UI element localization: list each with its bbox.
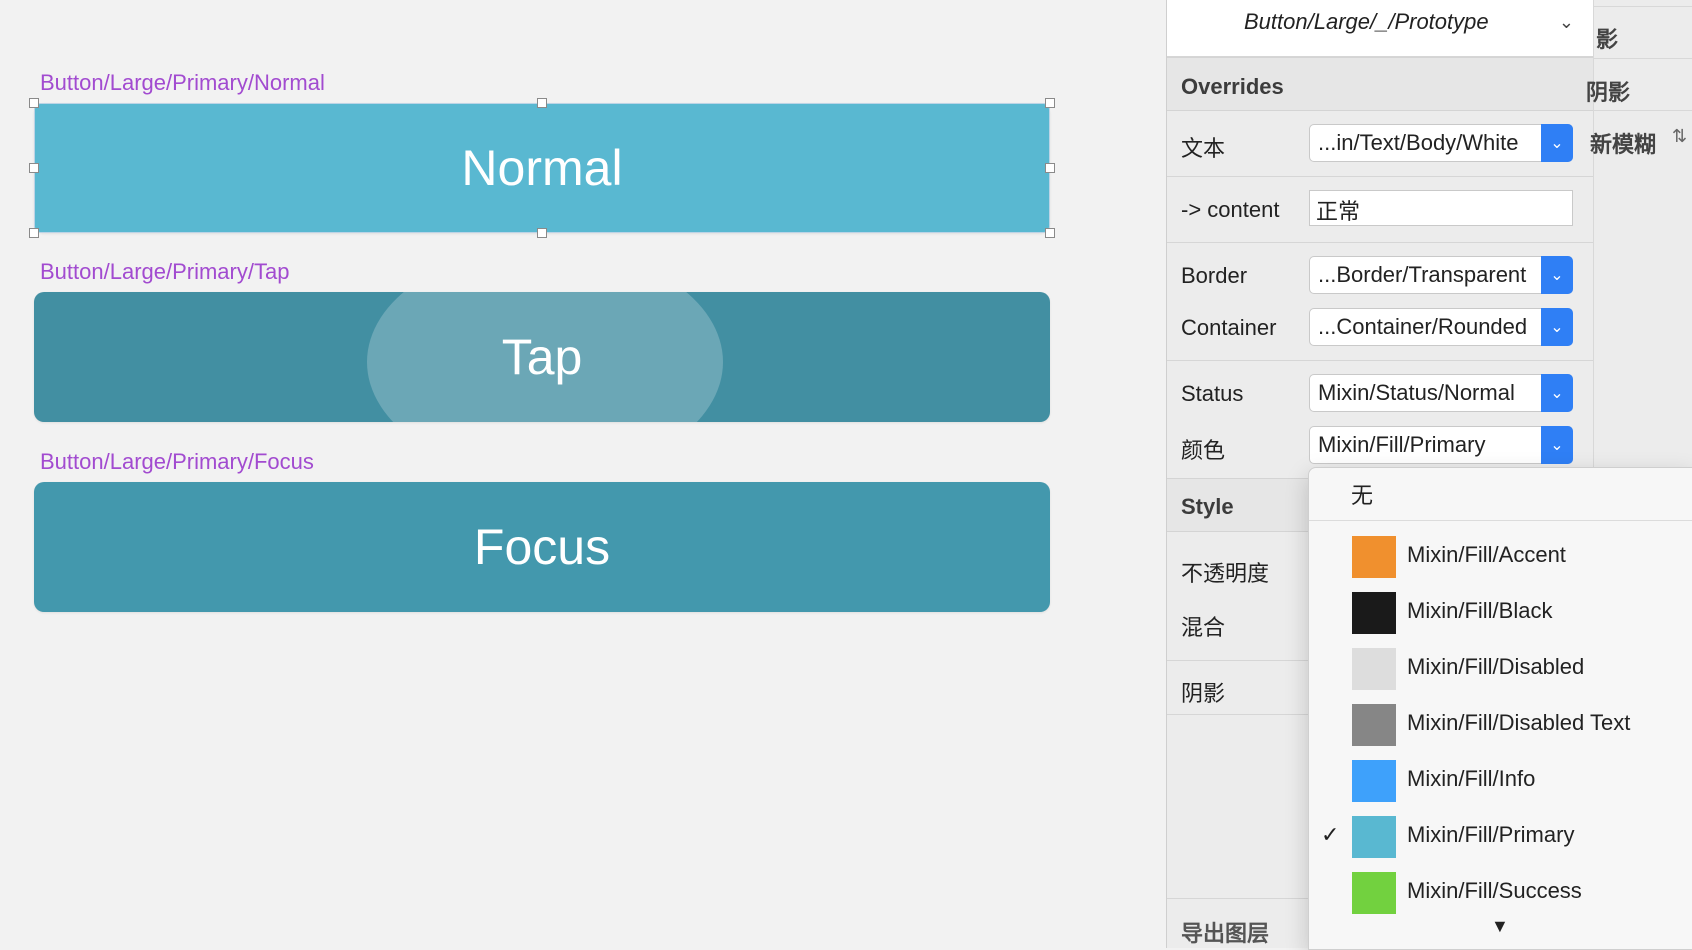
container-select[interactable]: ...Container/Rounded ⌄	[1309, 308, 1573, 346]
export-label[interactable]: 导出图层	[1181, 916, 1269, 948]
artboard-label-focus: Button/Large/Primary/Focus	[40, 449, 314, 474]
color-swatch	[1352, 592, 1396, 634]
menu-item-disabled[interactable]: Mixin/Fill/Disabled	[1309, 640, 1692, 696]
resize-handle-bottom[interactable]	[537, 228, 547, 238]
stepper-icon[interactable]: ⇅	[1672, 126, 1687, 147]
chevron-down-icon[interactable]: ⌄	[1541, 374, 1573, 412]
container-value: ...Container/Rounded	[1318, 314, 1528, 339]
sliver-item: 新模糊	[1590, 132, 1657, 157]
artboard-label-normal: Button/Large/Primary/Normal	[40, 70, 325, 95]
status-value: Mixin/Status/Normal	[1318, 380, 1515, 405]
resize-handle-top-left[interactable]	[29, 98, 39, 108]
menu-item-info[interactable]: Mixin/Fill/Info	[1309, 752, 1692, 808]
content-input[interactable]: 正常	[1309, 190, 1573, 226]
color-swatch	[1352, 816, 1396, 858]
style-title: Style	[1181, 494, 1234, 519]
resize-handle-top[interactable]	[537, 98, 547, 108]
divider	[1167, 242, 1594, 243]
symbol-selector[interactable]: Button/Large/_/Prototype ⌄	[1167, 0, 1594, 57]
color-label: 颜色	[1181, 438, 1226, 463]
chevron-down-icon[interactable]: ⌄	[1559, 12, 1574, 33]
color-dropdown-menu: 无 Mixin/Fill/Accent Mixin/Fill/Black Mix…	[1308, 467, 1692, 950]
button-tap-text: Tap	[501, 329, 583, 385]
blend-label: 混合	[1181, 615, 1226, 640]
menu-item-none[interactable]: 无	[1351, 478, 1373, 510]
overrides-title: Overrides	[1181, 74, 1284, 99]
menu-item-disabled-text[interactable]: Mixin/Fill/Disabled Text	[1309, 696, 1692, 752]
text-style-value: ...in/Text/Body/White	[1318, 130, 1519, 155]
color-select[interactable]: Mixin/Fill/Primary ⌄	[1309, 426, 1573, 464]
border-value: ...Border/Transparent	[1318, 262, 1527, 287]
divider	[1594, 110, 1692, 111]
divider	[1167, 360, 1594, 361]
chevron-down-icon[interactable]: ⌄	[1541, 256, 1573, 294]
color-swatch	[1352, 704, 1396, 746]
color-swatch	[1352, 648, 1396, 690]
button-tap-sample[interactable]: Tap	[34, 292, 1050, 422]
color-swatch	[1352, 760, 1396, 802]
status-select[interactable]: Mixin/Status/Normal ⌄	[1309, 374, 1573, 412]
menu-item-label: Mixin/Fill/Disabled Text	[1407, 710, 1631, 735]
divider	[1594, 6, 1692, 7]
menu-item-accent[interactable]: Mixin/Fill/Accent	[1309, 528, 1692, 584]
divider	[1309, 520, 1692, 521]
menu-item-label: Mixin/Fill/Accent	[1407, 542, 1566, 567]
button-focus-text: Focus	[473, 519, 611, 575]
container-label: Container	[1181, 315, 1277, 340]
menu-item-label: Mixin/Fill/Success	[1407, 878, 1582, 903]
resize-handle-bottom-left[interactable]	[29, 228, 39, 238]
menu-item-label: Mixin/Fill/Disabled	[1407, 654, 1585, 679]
artboard-label-tap: Button/Large/Primary/Tap	[40, 259, 290, 284]
scroll-down-arrow-icon[interactable]: ▼	[1491, 916, 1509, 937]
resize-handle-top-right[interactable]	[1045, 98, 1055, 108]
shadow-label[interactable]: 阴影	[1181, 676, 1225, 708]
menu-item-success[interactable]: Mixin/Fill/Success	[1309, 864, 1692, 920]
chevron-down-icon[interactable]: ⌄	[1541, 426, 1573, 464]
color-swatch	[1352, 536, 1396, 578]
color-swatch	[1352, 872, 1396, 914]
resize-handle-right[interactable]	[1045, 163, 1055, 173]
menu-item-black[interactable]: Mixin/Fill/Black	[1309, 584, 1692, 640]
chevron-down-icon[interactable]: ⌄	[1541, 308, 1573, 346]
symbol-name: Button/Large/_/Prototype	[1244, 9, 1489, 34]
resize-handle-bottom-right[interactable]	[1045, 228, 1055, 238]
divider	[1594, 58, 1692, 59]
checkmark-icon: ✓	[1321, 822, 1340, 847]
menu-item-label: Mixin/Fill/Info	[1407, 766, 1536, 791]
button-normal-text: Normal	[461, 140, 623, 196]
chevron-down-icon[interactable]: ⌄	[1541, 124, 1573, 162]
content-label: -> content	[1181, 197, 1280, 222]
resize-handle-left[interactable]	[29, 163, 39, 173]
color-value: Mixin/Fill/Primary	[1318, 432, 1486, 457]
divider	[1167, 176, 1594, 177]
sliver-item: 影	[1596, 27, 1619, 52]
border-select[interactable]: ...Border/Transparent ⌄	[1309, 256, 1573, 294]
text-style-select[interactable]: ...in/Text/Body/White ⌄	[1309, 124, 1573, 162]
sliver-item: 阴影	[1586, 80, 1631, 105]
menu-item-primary[interactable]: ✓ Mixin/Fill/Primary	[1309, 808, 1692, 864]
button-normal-sample[interactable]: Normal	[34, 103, 1050, 233]
menu-item-label: Mixin/Fill/Black	[1407, 598, 1553, 623]
text-style-label: 文本	[1181, 136, 1226, 161]
border-label: Border	[1181, 263, 1248, 288]
button-focus-sample[interactable]: Focus	[34, 482, 1050, 612]
menu-item-label: Mixin/Fill/Primary	[1407, 822, 1575, 847]
status-label: Status	[1181, 381, 1244, 406]
opacity-label: 不透明度	[1181, 561, 1270, 586]
